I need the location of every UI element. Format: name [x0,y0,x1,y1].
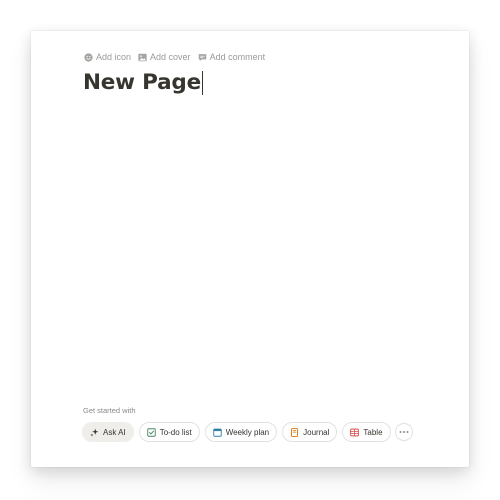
page-title-field[interactable]: New Page [83,67,203,99]
table-button[interactable]: Table [342,422,391,442]
add-comment-label: Add comment [209,52,266,62]
more-options-button[interactable] [394,423,413,441]
add-comment-button[interactable]: Add comment [198,50,266,64]
text-cursor [201,71,203,95]
add-cover-label: Add cover [150,52,191,62]
image-icon [138,53,147,62]
book-icon [290,427,299,437]
page-header-actions: Add icon Add cover Add comment [84,50,272,64]
checkbox-icon [146,427,156,437]
get-started-options: Ask AI To-do list Weekly plan Journal Ta… [82,422,413,442]
weekly-plan-label: Weekly plan [225,427,270,437]
table-label: Table [363,427,383,437]
sparkle-icon [90,428,99,437]
more-horizontal-icon [399,431,409,433]
smiley-icon [84,52,93,62]
get-started-label: Get started with [83,406,136,415]
journal-label: Journal [303,427,330,437]
add-icon-label: Add icon [96,52,132,62]
add-icon-button[interactable]: Add icon [84,50,131,64]
weekly-plan-button[interactable]: Weekly plan [204,422,278,442]
todo-list-button[interactable]: To-do list [138,422,200,442]
journal-button[interactable]: Journal [282,422,338,442]
app-viewport: Add icon Add cover Add comment New Page … [0,0,500,500]
calendar-icon [213,428,222,437]
table-icon [350,428,360,437]
page-title[interactable]: New Page [83,72,201,94]
page-canvas: Add icon Add cover Add comment New Page … [31,31,469,467]
ask-ai-button[interactable]: Ask AI [82,422,134,442]
ask-ai-label: Ask AI [103,427,126,437]
comment-icon [198,53,207,62]
add-cover-button[interactable]: Add cover [138,50,191,64]
todo-list-label: To-do list [159,427,192,437]
